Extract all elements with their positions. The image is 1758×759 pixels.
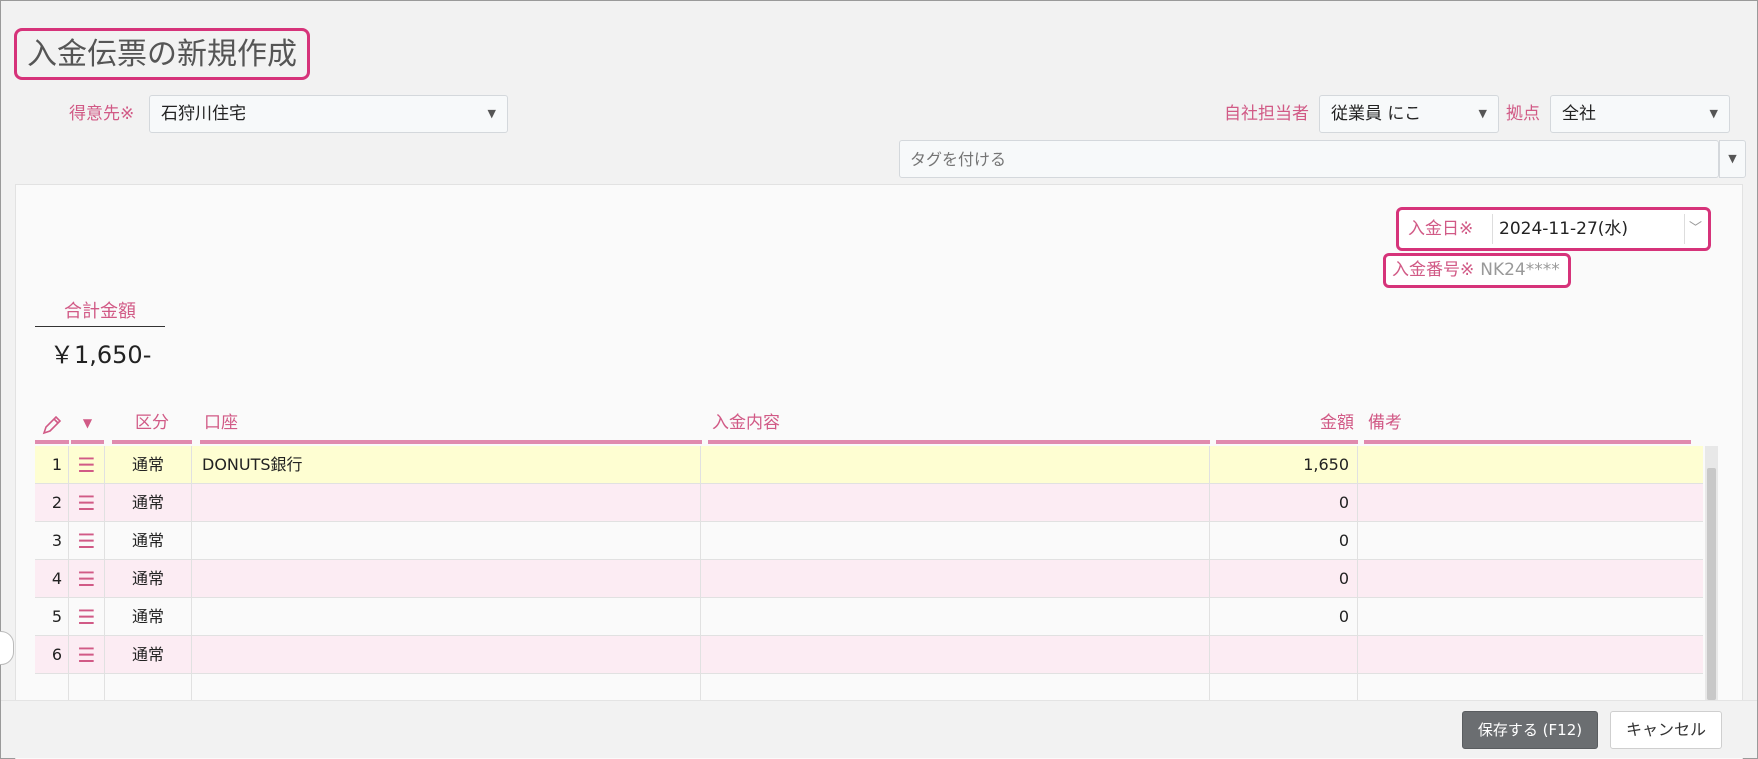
row-number: 2 (35, 484, 69, 522)
total-value: ￥1,650- (50, 341, 152, 369)
caret-down-icon[interactable]: ▼ (71, 408, 104, 444)
tag-dropdown-button[interactable]: ▼ (1719, 140, 1746, 178)
payment-number-label: 入金番号※ (1392, 260, 1475, 280)
staff-label: 自社担当者 (1224, 104, 1309, 124)
customer-select[interactable]: 石狩川住宅 ▼ (149, 95, 508, 133)
row-number: 5 (35, 598, 69, 636)
column-content: 入金内容 (708, 408, 1210, 444)
row-number: 4 (35, 560, 69, 598)
table-row[interactable]: 3 ☰ 通常 0 (35, 522, 1703, 560)
row-note[interactable] (1358, 636, 1703, 674)
table-row[interactable]: 4 ☰ 通常 0 (35, 560, 1703, 598)
row-note[interactable] (1358, 446, 1703, 484)
row-kubun[interactable]: 通常 (105, 560, 192, 598)
table-row[interactable]: 2 ☰ 通常 0 (35, 484, 1703, 522)
row-account[interactable] (192, 598, 701, 636)
row-content[interactable] (701, 636, 1210, 674)
tag-input[interactable] (899, 140, 1719, 178)
row-kubun[interactable]: 通常 (105, 598, 192, 636)
row-note[interactable] (1358, 522, 1703, 560)
payment-date-label: 入金日※ (1408, 219, 1474, 239)
table-row[interactable]: 1 ☰ 通常 DONUTS銀行 1,650 (35, 446, 1703, 484)
base-select[interactable]: 全社 ▼ (1550, 95, 1730, 133)
row-amount[interactable] (1210, 636, 1358, 674)
cancel-button[interactable]: キャンセル (1610, 711, 1722, 749)
base-value: 全社 (1562, 104, 1596, 124)
caret-down-icon: ▼ (1709, 107, 1718, 120)
base-label: 拠点 (1506, 104, 1540, 124)
row-content[interactable] (701, 598, 1210, 636)
row-kubun[interactable]: 通常 (105, 636, 192, 674)
payment-date-field[interactable]: 入金日※ 2024-11-27(水) ﹀ (1396, 207, 1711, 251)
column-note: 備考 (1364, 408, 1691, 444)
save-button[interactable]: 保存する (F12) (1462, 711, 1598, 749)
caret-down-icon: ▼ (487, 107, 496, 120)
column-account: 口座 (200, 408, 702, 444)
row-content[interactable] (701, 446, 1210, 484)
row-content[interactable] (701, 484, 1210, 522)
row-kubun[interactable]: 通常 (105, 446, 192, 484)
row-content[interactable] (701, 560, 1210, 598)
table-scrollbar[interactable] (1705, 446, 1718, 704)
chevron-down-icon[interactable]: ﹀ (1684, 214, 1706, 244)
row-amount[interactable]: 0 (1210, 560, 1358, 598)
payment-date-value[interactable]: 2024-11-27(水) (1492, 214, 1693, 244)
payment-number-value: NK24**** (1480, 260, 1560, 280)
row-amount[interactable]: 1,650 (1210, 446, 1358, 484)
hamburger-icon[interactable]: ☰ (69, 484, 105, 522)
table-header: ▼ 区分 口座 入金内容 金額 備考 (35, 408, 1705, 444)
row-account[interactable] (192, 636, 701, 674)
row-account[interactable]: DONUTS銀行 (192, 446, 701, 484)
payment-number-field: 入金番号※ NK24**** (1383, 253, 1571, 288)
row-account[interactable] (192, 484, 701, 522)
customer-value: 石狩川住宅 (161, 104, 246, 124)
hamburger-icon[interactable]: ☰ (69, 446, 105, 484)
row-content[interactable] (701, 522, 1210, 560)
table-row[interactable]: 5 ☰ 通常 0 (35, 598, 1703, 636)
scrollbar-thumb[interactable] (1707, 468, 1716, 700)
table-row[interactable]: 6 ☰ 通常 (35, 636, 1703, 674)
caret-down-icon: ▼ (1728, 152, 1737, 165)
hamburger-icon[interactable]: ☰ (69, 598, 105, 636)
column-amount: 金額 (1216, 408, 1358, 444)
table-body: 1 ☰ 通常 DONUTS銀行 1,650 2 ☰ 通常 0 3 ☰ 通常 0 … (35, 446, 1703, 704)
row-note[interactable] (1358, 560, 1703, 598)
row-amount[interactable]: 0 (1210, 522, 1358, 560)
column-kubun: 区分 (112, 408, 192, 444)
row-amount[interactable]: 0 (1210, 484, 1358, 522)
row-number: 1 (35, 446, 69, 484)
row-note[interactable] (1358, 484, 1703, 522)
staff-value: 従業員 にこ (1331, 104, 1422, 124)
caret-down-icon: ▼ (1478, 107, 1487, 120)
row-number: 3 (35, 522, 69, 560)
total-label: 合計金額 (35, 298, 165, 327)
row-kubun[interactable]: 通常 (105, 522, 192, 560)
hamburger-icon[interactable]: ☰ (69, 636, 105, 674)
row-kubun[interactable]: 通常 (105, 484, 192, 522)
row-note[interactable] (1358, 598, 1703, 636)
row-amount[interactable]: 0 (1210, 598, 1358, 636)
staff-select[interactable]: 従業員 にこ ▼ (1319, 95, 1499, 133)
row-number: 6 (35, 636, 69, 674)
row-account[interactable] (192, 522, 701, 560)
page-title: 入金伝票の新規作成 (14, 28, 310, 80)
pencil-icon[interactable] (35, 408, 69, 444)
customer-label: 得意先※ (69, 104, 135, 124)
row-account[interactable] (192, 560, 701, 598)
hamburger-icon[interactable]: ☰ (69, 560, 105, 598)
hamburger-icon[interactable]: ☰ (69, 522, 105, 560)
